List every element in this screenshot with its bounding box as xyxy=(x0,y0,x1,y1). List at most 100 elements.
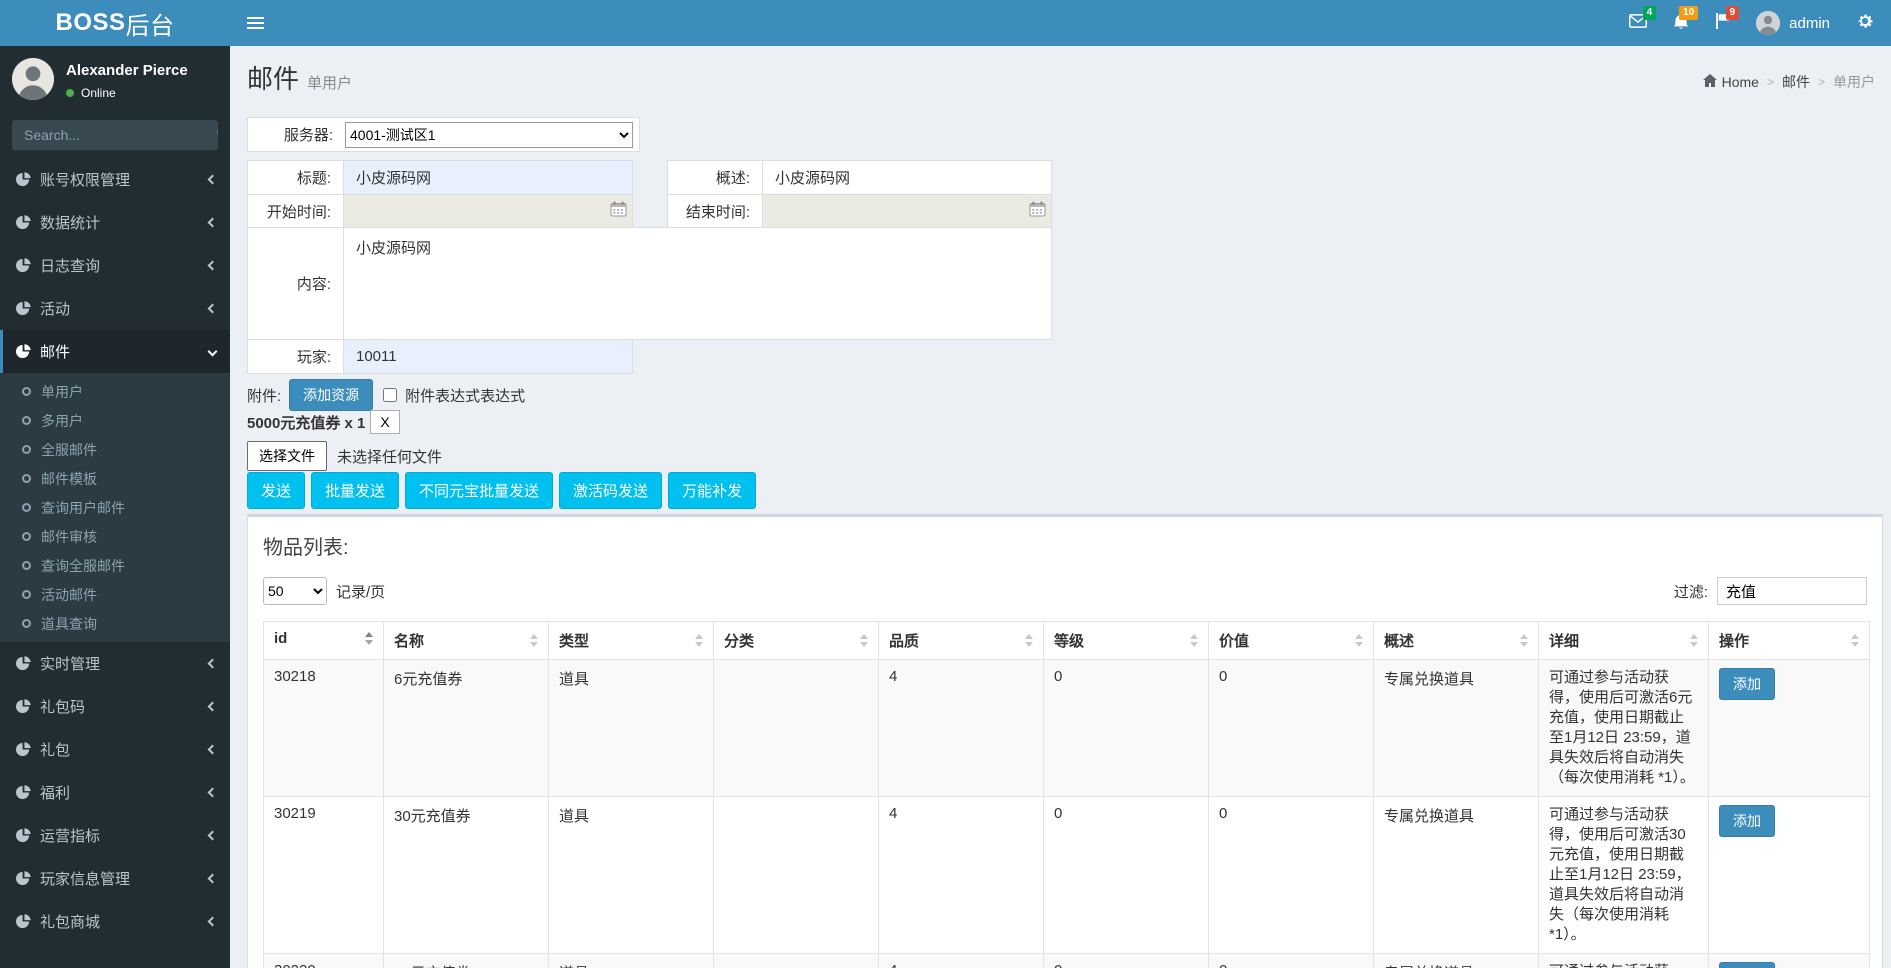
sort-icon xyxy=(524,634,538,647)
sidebar-subitem-mail-review[interactable]: 邮件审核 xyxy=(0,522,230,551)
sidebar-subitem-single-user[interactable]: 单用户 xyxy=(0,377,230,406)
sidebar-subitem-query-all-server-mail[interactable]: 查询全服邮件 xyxy=(0,551,230,580)
player-input[interactable] xyxy=(344,340,632,373)
column-header-4[interactable]: 品质 xyxy=(879,622,1044,660)
sidebar-user-panel: Alexander Pierce Online xyxy=(0,46,230,112)
sidebar-subitem-query-user-mail[interactable]: 查询用户邮件 xyxy=(0,493,230,522)
chevron-left-icon xyxy=(208,218,218,228)
cell-name: 30元充值券 xyxy=(384,797,549,954)
circle-icon xyxy=(22,445,31,454)
tasks-button[interactable]: 9 xyxy=(1702,0,1743,46)
add-item-button[interactable]: 添加 xyxy=(1719,668,1775,700)
search-button[interactable] xyxy=(217,120,218,150)
page-title: 邮件 xyxy=(247,64,299,94)
content-textarea[interactable] xyxy=(344,228,1051,339)
messages-button[interactable]: 4 xyxy=(1616,0,1660,46)
server-label: 服务器: xyxy=(248,124,345,145)
sidebar-item-realtime-management[interactable]: 实时管理 xyxy=(0,642,230,685)
diff-ingot-batch-send-button[interactable]: 不同元宝批量发送 xyxy=(405,472,553,509)
sort-icon xyxy=(1514,634,1528,647)
cell-quality: 4 xyxy=(879,797,1044,954)
cell-category xyxy=(714,660,879,797)
chevron-left-icon xyxy=(208,702,218,712)
start-time-input[interactable] xyxy=(344,195,632,227)
batch-send-button[interactable]: 批量发送 xyxy=(311,472,399,509)
sidebar-item-player-info-management[interactable]: 玩家信息管理 xyxy=(0,857,230,900)
column-header-0[interactable]: id xyxy=(264,622,384,660)
cell-type: 道具 xyxy=(549,660,714,797)
sidebar-item-gift-mall[interactable]: 礼包商城 xyxy=(0,900,230,943)
column-label: 品质 xyxy=(889,630,1019,651)
circle-icon xyxy=(22,619,31,628)
sidebar-subitem-all-server-mail[interactable]: 全服邮件 xyxy=(0,435,230,464)
sidebar-item-mail[interactable]: 邮件 xyxy=(0,330,230,373)
add-item-button[interactable]: 添加 xyxy=(1719,805,1775,837)
column-header-9[interactable]: 操作 xyxy=(1709,622,1870,660)
sidebar-user-name: Alexander Pierce xyxy=(66,62,188,79)
title-label: 标题: xyxy=(247,160,344,195)
user-menu[interactable]: admin xyxy=(1743,0,1843,46)
summary-input[interactable] xyxy=(763,161,1051,194)
page-size-label: 记录/页 xyxy=(336,581,385,602)
column-header-8[interactable]: 详细 xyxy=(1539,622,1709,660)
column-header-2[interactable]: 类型 xyxy=(549,622,714,660)
settings-button[interactable] xyxy=(1843,0,1887,46)
attachment-checkbox-label: 附件表达式表达式 xyxy=(405,385,525,406)
sidebar-item-label: 福利 xyxy=(40,782,200,803)
attachment-row: 附件: 添加资源 附件表达式表达式 xyxy=(247,379,525,411)
chevron-left-icon xyxy=(208,745,218,755)
sidebar-subitem-activity-mail[interactable]: 活动邮件 xyxy=(0,580,230,609)
sidebar-item-log-query[interactable]: 日志查询 xyxy=(0,244,230,287)
table-row: 3021930元充值券道具400专属兑换道具可通过参与活动获得，使用后可激活30… xyxy=(264,797,1870,954)
choose-file-button[interactable]: 选择文件 xyxy=(247,441,327,471)
attachment-expression-checkbox[interactable] xyxy=(383,388,397,402)
sidebar-item-label: 礼包商城 xyxy=(40,911,200,932)
column-header-7[interactable]: 概述 xyxy=(1374,622,1539,660)
logo-light: 后台 xyxy=(126,6,175,41)
send-button[interactable]: 发送 xyxy=(247,472,305,509)
sidebar-item-gift-code[interactable]: 礼包码 xyxy=(0,685,230,728)
table-row: 302186元充值券道具400专属兑换道具可通过参与活动获得，使用后可激活6元充… xyxy=(264,660,1870,797)
sidebar-item-account-permission[interactable]: 账号权限管理 xyxy=(0,158,230,201)
sidebar-subitem-mail-template[interactable]: 邮件模板 xyxy=(0,464,230,493)
app-logo[interactable]: BOSS后台 xyxy=(0,0,230,46)
column-header-6[interactable]: 价值 xyxy=(1209,622,1374,660)
logo-bold: BOSS xyxy=(55,9,125,37)
sidebar-item-welfare[interactable]: 福利 xyxy=(0,771,230,814)
add-item-button[interactable]: 添加 xyxy=(1719,962,1775,968)
breadcrumb-item-0[interactable]: Home xyxy=(1703,74,1759,90)
sidebar-subitem-item-query[interactable]: 道具查询 xyxy=(0,609,230,638)
column-header-3[interactable]: 分类 xyxy=(714,622,879,660)
search-input[interactable] xyxy=(12,120,217,150)
remove-attachment-button[interactable]: X xyxy=(370,410,399,434)
title-input[interactable] xyxy=(344,161,632,194)
sidebar-item-data-statistics[interactable]: 数据统计 xyxy=(0,201,230,244)
page-size-select[interactable]: 50 xyxy=(263,577,327,605)
top-navbar: BOSS后台 4 10 9 admin xyxy=(0,0,1891,46)
sidebar-toggle-button[interactable] xyxy=(230,0,280,46)
filter-label: 过滤: xyxy=(1674,581,1708,602)
universal-resend-button[interactable]: 万能补发 xyxy=(668,472,756,509)
server-select[interactable]: 4001-测试区1 xyxy=(345,122,633,148)
items-table: id名称类型分类 品质 等级价值概述详细操作 302186元充值券道具400专属兑换… xyxy=(263,621,1870,968)
sidebar-item-activity[interactable]: 活动 xyxy=(0,287,230,330)
column-header-1[interactable]: 名称 xyxy=(384,622,549,660)
column-header-5[interactable]: 等级 xyxy=(1044,622,1209,660)
add-resource-button[interactable]: 添加资源 xyxy=(289,379,373,411)
sidebar-item-gift-pack[interactable]: 礼包 xyxy=(0,728,230,771)
sidebar-subitem-multi-user[interactable]: 多用户 xyxy=(0,406,230,435)
column-label: 分类 xyxy=(724,630,854,651)
sort-icon xyxy=(689,634,703,647)
end-time-label: 结束时间: xyxy=(667,194,763,228)
notifications-button[interactable]: 10 xyxy=(1660,0,1702,46)
send-actions-row: 发送批量发送不同元宝批量发送激活码发送万能补发 xyxy=(247,472,756,509)
cell-detail: 可通过参与活动获得，使用后可激活6元充值，使用日期截止至1月12日 23:59，… xyxy=(1539,660,1709,797)
filter-input[interactable] xyxy=(1717,577,1867,605)
sidebar-subitem-label: 单用户 xyxy=(41,382,83,402)
breadcrumb-item-1[interactable]: 邮件 xyxy=(1782,72,1810,92)
activation-code-send-button[interactable]: 激活码发送 xyxy=(559,472,662,509)
sidebar-item-operation-metrics[interactable]: 运营指标 xyxy=(0,814,230,857)
sidebar-subitem-label: 查询全服邮件 xyxy=(41,556,125,576)
end-time-input[interactable] xyxy=(763,195,1051,227)
file-status-label: 未选择任何文件 xyxy=(337,446,442,467)
